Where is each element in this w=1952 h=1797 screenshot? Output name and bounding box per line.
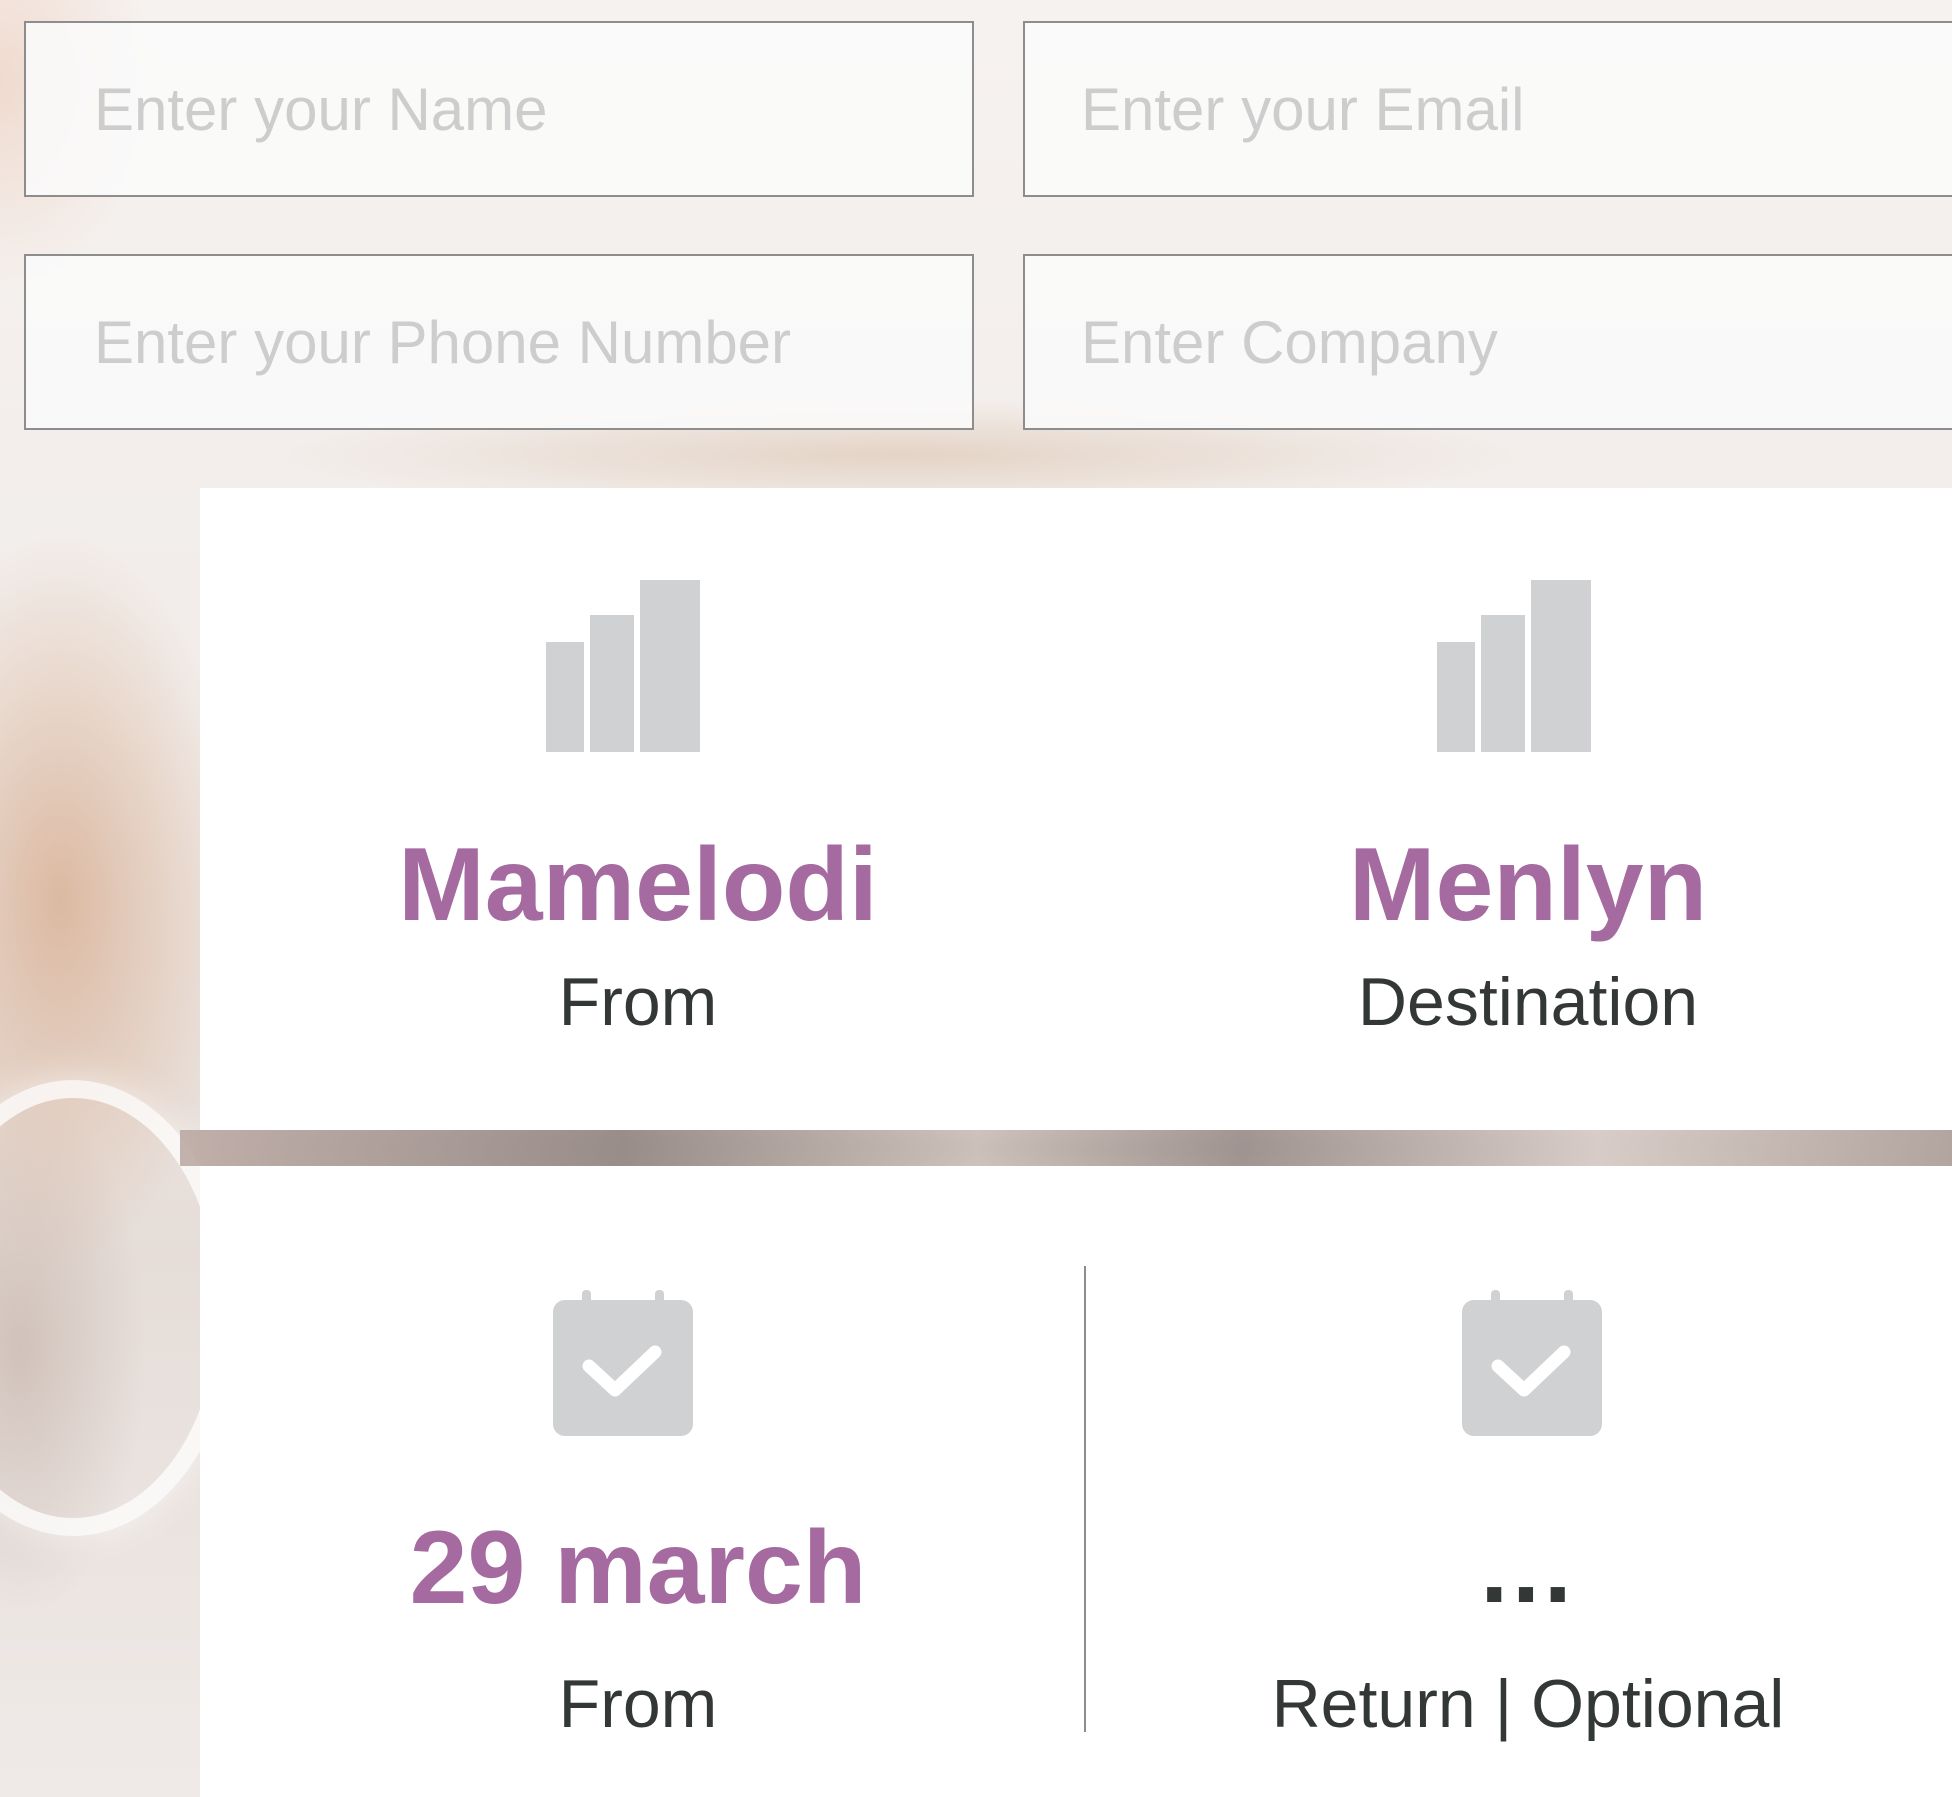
- return-date-picker[interactable]: ... Return | Optional: [1076, 1166, 1952, 1797]
- depart-date-label: From: [558, 1666, 718, 1742]
- route-panel: Mamelodi From Menlyn Destination: [200, 488, 1952, 1130]
- destination-label: Destination: [1357, 964, 1699, 1040]
- depart-date-picker[interactable]: 29 march From: [200, 1166, 1076, 1797]
- company-input[interactable]: [1023, 254, 1952, 430]
- phone-input[interactable]: [24, 254, 974, 430]
- bar-chart-icon: [546, 580, 700, 752]
- return-date-label: Return | Optional: [1271, 1666, 1785, 1742]
- calendar-check-icon: [553, 1290, 693, 1436]
- depart-date-value: 29 march: [409, 1510, 867, 1626]
- background-table-edge: [180, 1130, 1952, 1166]
- bar-chart-icon: [1437, 580, 1591, 752]
- dates-panel: 29 march From ... Return | Optional: [200, 1166, 1952, 1797]
- destination-value: Menlyn: [1348, 827, 1708, 943]
- origin-label: From: [558, 964, 718, 1040]
- name-input[interactable]: [24, 21, 974, 197]
- email-input[interactable]: [1023, 21, 1952, 197]
- origin-selector[interactable]: Mamelodi From: [200, 488, 1076, 1130]
- return-date-value: ...: [1480, 1512, 1576, 1624]
- destination-selector[interactable]: Menlyn Destination: [1076, 488, 1952, 1130]
- origin-value: Mamelodi: [398, 827, 878, 943]
- calendar-check-icon: [1462, 1290, 1602, 1436]
